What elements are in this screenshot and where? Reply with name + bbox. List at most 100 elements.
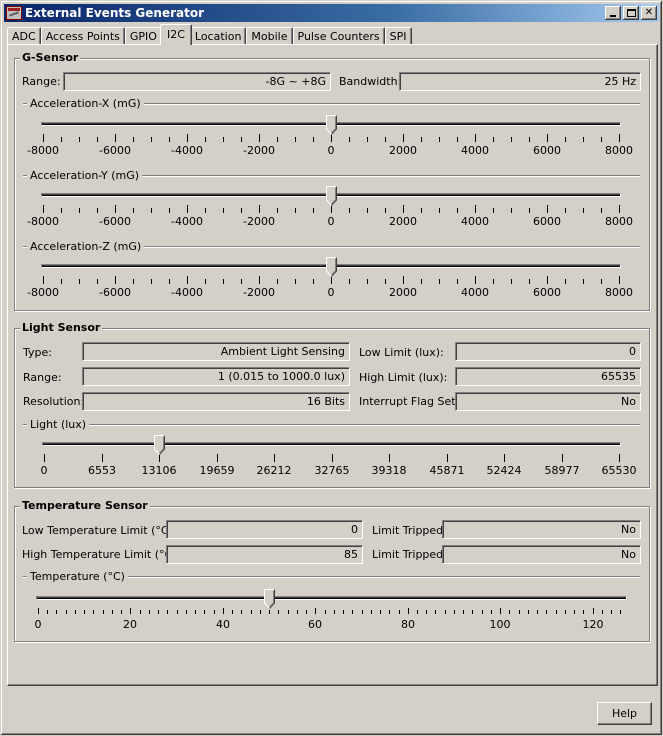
high-limit-tripped-field: No [442,545,641,564]
tab-mobile[interactable]: Mobile [246,27,293,45]
tick-label: 6000 [533,215,561,228]
minor-tick [278,610,279,614]
tick-label: 26212 [256,464,292,477]
tab-i2c[interactable]: I2C [159,24,192,45]
tick-label: 20 [123,618,137,631]
light-resolution-field: 16 Bits [82,392,350,411]
minor-tick [186,610,187,614]
major-tick [408,608,409,614]
tick-label: -4000 [171,286,203,299]
low-limit-tripped-field: No [442,520,641,539]
minor-tick [611,610,612,614]
minor-tick [251,610,252,614]
minor-tick [313,279,314,284]
major-tick [43,276,44,284]
tab-spi[interactable]: SPI [384,27,412,45]
minor-tick [75,610,76,614]
tab-adc[interactable]: ADC [7,27,41,45]
minor-tick [601,137,602,142]
low-temp-limit-field: 0 [166,520,363,539]
minor-tick [121,610,122,614]
minor-tick [84,610,85,614]
tab-access-points[interactable]: Access Points [40,27,125,45]
tick-label: 40 [216,618,230,631]
maximize-button[interactable] [623,6,639,20]
minor-tick [61,137,62,142]
minor-tick [169,279,170,284]
slider-track[interactable] [36,596,627,600]
minor-tick [439,279,440,284]
maximize-icon [626,9,636,17]
minor-tick [169,208,170,213]
minor-tick [362,610,363,614]
major-tick [619,205,620,213]
major-tick [403,276,404,284]
minor-tick [158,610,159,614]
tick-label: 65530 [601,464,637,477]
slider-thumb[interactable] [326,257,337,278]
minor-tick [537,610,538,614]
light-type-label: Type: [23,346,52,359]
minor-tick [511,137,512,142]
major-tick [217,454,218,462]
minor-tick [421,279,422,284]
major-tick [619,134,620,142]
minor-tick [367,137,368,142]
minor-tick [241,279,242,284]
minor-tick [529,137,530,142]
tick-label: 0 [34,618,42,631]
title-bar: External Events Generator ✕ [4,4,659,22]
accel-x-title: Acceleration-X (mG) [27,97,144,110]
slider-thumb[interactable] [326,115,337,136]
major-tick [389,454,390,462]
tick-label: 19659 [199,464,235,477]
major-tick [547,205,548,213]
app-icon [6,6,22,20]
accel-y-title: Acceleration-Y (mG) [27,169,143,182]
tick-label: 60 [308,618,322,631]
major-tick [115,276,116,284]
slider-thumb[interactable] [264,589,275,610]
tab-gpio[interactable]: GPIO [124,27,162,45]
minor-tick [435,610,436,614]
tab-pulse-counters[interactable]: Pulse Counters [292,27,385,45]
tick-label: 8000 [605,215,633,228]
major-tick [619,276,620,284]
minor-tick [97,137,98,142]
close-button[interactable]: ✕ [641,6,657,20]
major-tick [43,205,44,213]
major-tick [475,134,476,142]
bandwidth-label: Bandwidth: [339,75,402,88]
tick-label: -8000 [27,286,59,299]
minor-tick [288,610,289,614]
minor-tick [417,610,418,614]
tab-location[interactable]: Location [189,27,247,45]
minimize-button[interactable] [605,6,621,20]
interrupt-flag-label: Interrupt Flag Set: [359,395,460,408]
slider-thumb[interactable] [326,186,337,207]
minimize-icon [610,15,616,17]
tick-label: -6000 [99,286,131,299]
major-tick [504,454,505,462]
slider-track[interactable] [42,442,621,446]
minor-tick [151,208,152,213]
minor-tick [241,137,242,142]
light-slider-title: Light (lux) [27,418,90,431]
minor-tick [583,208,584,213]
minor-tick [93,610,94,614]
g-range-field: -8G ~ +8G [63,72,331,91]
minor-tick [493,279,494,284]
major-tick [331,134,332,142]
minor-tick [482,610,483,614]
minor-tick [457,208,458,213]
tab-bar: ADC Access Points GPIO I2C Location Mobi… [7,24,412,45]
major-tick [187,205,188,213]
light-range-field: 1 (0.015 to 1000.0 lux) [82,367,350,386]
minor-tick [349,208,350,213]
slider-thumb[interactable] [154,435,165,456]
minor-tick [421,208,422,213]
help-button[interactable]: Help [597,702,652,725]
minor-tick [472,610,473,614]
tick-label: 39318 [371,464,407,477]
window-title: External Events Generator [25,6,205,20]
